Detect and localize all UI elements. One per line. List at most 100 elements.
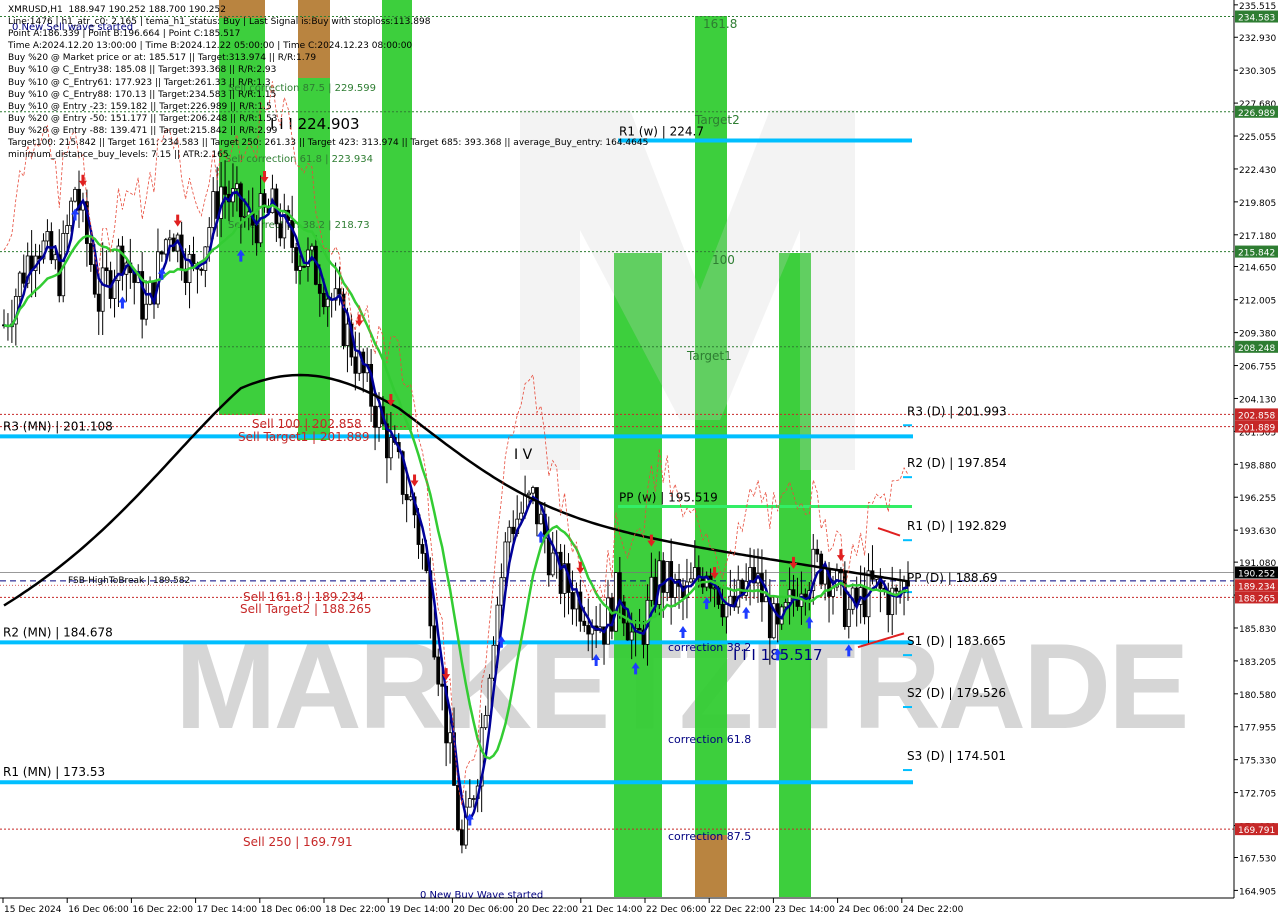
candle-body xyxy=(862,587,867,618)
price-tag-label: 234.583 xyxy=(1238,14,1275,24)
candle-body xyxy=(894,587,899,592)
candle-body xyxy=(507,526,512,543)
candle-body xyxy=(199,268,204,271)
candle-body xyxy=(724,604,729,618)
time-tick-label: 22 Dec 22:00 xyxy=(710,905,771,915)
candle-body xyxy=(345,323,350,346)
candle-body xyxy=(491,644,496,679)
candle-body xyxy=(436,656,441,685)
candle-body xyxy=(388,437,393,459)
price-tick-label: 198.880 xyxy=(1239,461,1276,471)
price-tick-label: 177.955 xyxy=(1239,724,1276,734)
price-tag-label: 188.265 xyxy=(1238,594,1275,604)
candle-body xyxy=(404,494,409,501)
candle-body xyxy=(748,567,752,582)
candle-body xyxy=(148,280,152,305)
annotation-label: I V xyxy=(514,447,533,463)
candle-body xyxy=(688,578,693,583)
time-tick-label: 19 Dec 14:00 xyxy=(389,905,450,915)
candle-body xyxy=(17,272,22,297)
candle-body xyxy=(144,303,149,320)
sell-arrow-icon xyxy=(410,474,419,487)
candle-body xyxy=(728,595,733,605)
zone-band xyxy=(695,16,727,897)
ma-black-line xyxy=(3,373,909,607)
price-tick-label: 167.530 xyxy=(1239,854,1276,864)
candle-body xyxy=(499,577,504,606)
price-tick-label: 230.305 xyxy=(1239,67,1276,77)
pivot-label: R1 (D) | 192.829 xyxy=(907,519,1007,533)
candle-body xyxy=(586,625,591,635)
candle-body xyxy=(298,265,302,271)
candle-body xyxy=(531,487,535,494)
price-tick-label: 164.905 xyxy=(1239,887,1276,897)
candle-body xyxy=(223,186,227,195)
candle-body xyxy=(254,224,259,244)
price-tag-label: 215.842 xyxy=(1238,249,1275,259)
price-tick-label: 232.930 xyxy=(1239,34,1276,44)
pivot-label: R2 (D) | 197.854 xyxy=(907,456,1007,470)
annotation-label: 100 xyxy=(712,253,735,267)
time-tick-label: 22 Dec 06:00 xyxy=(646,905,707,915)
time-tick-label: 18 Dec 22:00 xyxy=(325,905,386,915)
time-tick-label: 24 Dec 22:00 xyxy=(903,905,964,915)
price-tick-label: 209.380 xyxy=(1239,330,1276,340)
chart-window[interactable]: { "chart_data": { "type": "candlestick",… xyxy=(0,0,1280,920)
time-tick-label: 15 Dec 2024 xyxy=(4,905,62,915)
price-tick-label: 235.515 xyxy=(1239,2,1276,12)
candle-body xyxy=(582,620,587,626)
candle-body xyxy=(471,798,476,800)
price-tick-label: 193.630 xyxy=(1239,527,1276,537)
sell-arrow-icon xyxy=(836,549,845,562)
time-tick-label: 23 Dec 14:00 xyxy=(774,905,835,915)
time-tick-label: 24 Dec 06:00 xyxy=(839,905,900,915)
candle-body xyxy=(191,253,196,265)
buy-arrow-icon xyxy=(118,296,127,309)
candle-body xyxy=(637,627,642,631)
candle-body xyxy=(460,829,464,846)
price-tag-label: 208.248 xyxy=(1238,344,1275,354)
candle-body xyxy=(625,622,630,641)
candle-body xyxy=(511,526,516,534)
candle-body xyxy=(310,245,314,251)
candle-body xyxy=(440,683,445,687)
price-tag-label: 189.234 xyxy=(1238,582,1275,592)
annotation-label: Sell 100 | 202.858 xyxy=(252,417,362,431)
candle-body xyxy=(65,225,70,234)
candle-body xyxy=(420,544,425,554)
time-tick-label: 20 Dec 06:00 xyxy=(453,905,514,915)
annotation-label: Target1 xyxy=(686,349,732,363)
candle-body xyxy=(617,572,622,603)
pivot-label: PP (w) | 195.519 xyxy=(619,490,718,504)
time-tick-label: 20 Dec 22:00 xyxy=(518,905,579,915)
pivot-label: R3 (MN) | 201.108 xyxy=(3,419,113,433)
time-tick-label: 17 Dec 14:00 xyxy=(197,905,258,915)
price-tick-label: 219.805 xyxy=(1239,199,1276,209)
candle-body xyxy=(321,292,326,308)
candle-body xyxy=(92,264,97,295)
price-tick-label: 180.580 xyxy=(1239,691,1276,701)
candle-body xyxy=(235,183,239,189)
price-tick-label: 183.205 xyxy=(1239,658,1276,668)
candle-body xyxy=(874,577,879,580)
candle-body xyxy=(317,283,322,294)
price-tick-label: 214.650 xyxy=(1239,264,1276,274)
candle-body xyxy=(294,247,299,271)
price-tick-label: 196.255 xyxy=(1239,494,1276,504)
candle-body xyxy=(890,587,895,616)
trendline-resistance xyxy=(877,527,901,537)
candle-body xyxy=(211,191,216,228)
candle-body xyxy=(613,572,618,632)
candle-body xyxy=(692,567,697,580)
candle-body xyxy=(302,265,306,268)
annotation-label: Sell 250 | 169.791 xyxy=(243,835,353,849)
candle-body xyxy=(448,732,452,744)
candle-body xyxy=(629,631,634,641)
candle-body xyxy=(538,513,543,525)
price-tag-label: 169.791 xyxy=(1238,826,1275,836)
time-tick-label: 18 Dec 06:00 xyxy=(261,905,322,915)
price-tick-label: 225.055 xyxy=(1239,133,1276,143)
candle-body xyxy=(278,223,283,239)
pivot-label: PP (D) | 188.69 xyxy=(907,571,998,585)
info-panel: XMRUSD,H1 188.947 190.252 188.700 190.25… xyxy=(8,5,649,161)
